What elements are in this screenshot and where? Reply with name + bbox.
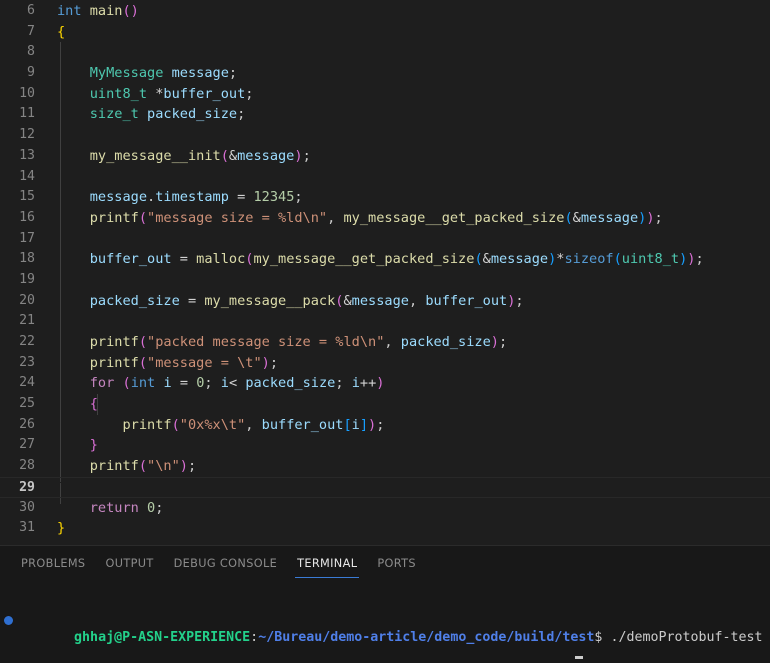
terminal-colon: : [250, 629, 259, 645]
code-line[interactable]: 17 [0, 229, 770, 250]
code-line[interactable]: 26 printf("0x%x\t", buffer_out[i]); [0, 415, 770, 436]
code-line[interactable]: 20 packed_size = my_message__pack(&messa… [0, 291, 770, 312]
line-content: for (int i = 0; i< packed_size; i++) [89, 375, 385, 392]
line-number: 11 [19, 106, 35, 122]
code-line[interactable]: 16 printf("message size = %ld\n", my_mes… [0, 208, 770, 229]
line-number: 22 [19, 334, 35, 349]
code-line[interactable]: 30 return 0; [0, 498, 770, 519]
line-content: printf("\n"); [89, 458, 197, 475]
terminal-cursor [575, 656, 583, 659]
line-content: uint8_t *buffer_out; [89, 85, 254, 102]
code-line[interactable]: 31 } [0, 518, 770, 539]
code-line[interactable]: 8 [0, 42, 770, 63]
line-number: 30 [19, 499, 35, 515]
line-content: } [89, 437, 98, 454]
line-number: 16 [19, 209, 35, 225]
line-content: { [89, 396, 98, 413]
line-content: return 0; [89, 499, 164, 516]
code-line[interactable]: 27 } [0, 435, 770, 456]
line-number: 27 [19, 437, 35, 453]
tab-debug-console[interactable]: DEBUG CONSOLE [164, 546, 287, 581]
line-content: size_t packed_size; [89, 106, 246, 123]
tab-problems[interactable]: PROBLEMS [11, 546, 95, 581]
line-content: printf("packed message size = %ld\n", pa… [89, 334, 508, 350]
line-number: 13 [19, 147, 35, 163]
line-content: buffer_out = malloc(my_message__get_pack… [89, 251, 704, 268]
line-content: my_message__init(&message); [89, 147, 311, 164]
panel-tab-bar: PROBLEMS OUTPUT DEBUG CONSOLE TERMINAL P… [0, 546, 770, 581]
line-number: 19 [19, 271, 35, 287]
line-number: 9 [27, 65, 35, 81]
line-content: } [57, 520, 66, 537]
code-line[interactable]: 28 printf("\n"); [0, 456, 770, 477]
line-number: 25 [19, 396, 35, 412]
line-number: 31 [19, 520, 35, 536]
code-area[interactable]: 6 int main() 7 { 8 9 MyMessage message; … [0, 0, 770, 539]
code-line[interactable]: 22 printf("packed message size = %ld\n",… [0, 332, 770, 353]
line-content: printf("0x%x\t", buffer_out[i]); [122, 416, 385, 433]
terminal-command: ./demoProtobuf-test [602, 629, 763, 645]
terminal-command-decoration-icon [4, 616, 13, 626]
line-content: printf("message = \t"); [89, 354, 278, 371]
vscode-window: 6 int main() 7 { 8 9 MyMessage message; … [0, 0, 770, 663]
line-number: 29 [19, 479, 35, 495]
code-line[interactable]: 14 [0, 167, 770, 188]
code-line[interactable]: 25 { [0, 394, 770, 415]
code-line[interactable]: 10 uint8_t *buffer_out; [0, 84, 770, 105]
line-number: 18 [19, 251, 35, 267]
line-number: 14 [19, 168, 35, 184]
bottom-panel: PROBLEMS OUTPUT DEBUG CONSOLE TERMINAL P… [0, 545, 770, 663]
code-line[interactable]: 21 [0, 311, 770, 332]
tab-ports[interactable]: PORTS [367, 546, 426, 581]
terminal-user-host: ghhaj@P-ASN-EXPERIENCE [74, 629, 251, 645]
code-line[interactable]: 9 MyMessage message; [0, 63, 770, 84]
code-line[interactable]: 15 message.timestamp = 12345; [0, 187, 770, 208]
line-content: int main() [57, 3, 139, 19]
line-number: 15 [19, 189, 35, 205]
line-number: 20 [19, 292, 35, 308]
code-line[interactable]: 23 printf("message = \t"); [0, 353, 770, 374]
line-number: 12 [19, 127, 35, 143]
line-content: { [57, 23, 66, 40]
code-line[interactable]: 11 size_t packed_size; [0, 104, 770, 125]
line-number: 21 [19, 313, 35, 329]
code-line[interactable]: 13 my_message__init(&message); [0, 146, 770, 167]
tab-output[interactable]: OUTPUT [95, 546, 163, 581]
line-content: MyMessage message; [89, 65, 238, 82]
line-number: 8 [27, 44, 35, 60]
line-number: 6 [27, 3, 35, 18]
code-line[interactable]: 24 for (int i = 0; i< packed_size; i++) [0, 373, 770, 394]
line-number: 28 [19, 458, 35, 474]
code-line[interactable]: 12 [0, 125, 770, 146]
code-line[interactable]: 18 buffer_out = malloc(my_message__get_p… [0, 249, 770, 270]
line-content: packed_size = my_message__pack(&message,… [89, 292, 524, 309]
code-editor[interactable]: 6 int main() 7 { 8 9 MyMessage message; … [0, 0, 770, 545]
line-number: 24 [19, 375, 35, 391]
code-line[interactable]: 19 [0, 270, 770, 291]
terminal-path: ~/Bureau/demo-article/demo_code/build/te… [258, 629, 595, 645]
terminal-prompt-line: ghhaj@P-ASN-EXPERIENCE:~/Bureau/demo-art… [4, 613, 770, 645]
line-content: printf("message size = %ld\n", my_messag… [89, 209, 663, 226]
terminal-output[interactable]: ghhaj@P-ASN-EXPERIENCE:~/Bureau/demo-art… [0, 581, 770, 663]
line-number: 7 [27, 23, 35, 39]
tab-terminal[interactable]: TERMINAL [287, 546, 367, 581]
code-line[interactable]: 6 int main() [0, 1, 770, 22]
line-number: 10 [19, 85, 35, 101]
line-number: 26 [19, 416, 35, 432]
line-number: 17 [19, 230, 35, 246]
code-line-current[interactable]: 29 [0, 476, 770, 498]
line-content: message.timestamp = 12345; [89, 189, 303, 206]
code-line[interactable]: 7 { [0, 22, 770, 43]
line-number: 23 [19, 354, 35, 370]
